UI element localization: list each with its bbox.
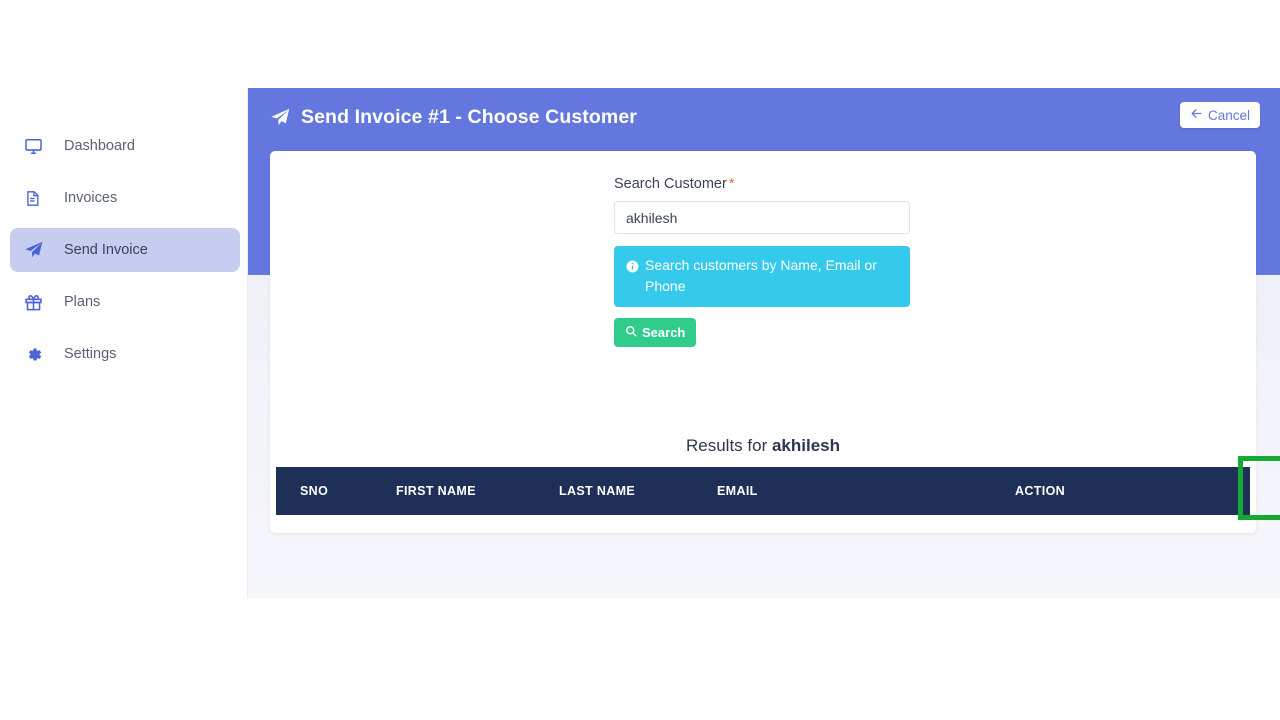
search-input[interactable]	[614, 201, 910, 234]
results-heading-term: akhilesh	[771, 436, 841, 455]
search-button[interactable]: Search	[614, 318, 697, 347]
column-header-last-name: LAST NAME	[559, 467, 717, 515]
search-icon	[625, 325, 637, 340]
sidebar: Dashboard Invoices Send Invoice Plans Se…	[0, 88, 248, 598]
cancel-button-label: Cancel	[1207, 107, 1250, 123]
arrow-left-icon	[1190, 107, 1203, 123]
choose-customer-button[interactable]: Choose Customer	[1016, 532, 1177, 533]
sidebar-item-label: Plans	[64, 294, 101, 310]
paper-plane-icon	[270, 107, 291, 128]
app-shell: Dashboard Invoices Send Invoice Plans Se…	[0, 88, 1280, 598]
sidebar-nav-list: Dashboard Invoices Send Invoice Plans Se…	[10, 124, 240, 384]
results-table: SNO FIRST NAME LAST NAME EMAIL ACTION 1 …	[276, 467, 1250, 533]
sidebar-item-label: Settings	[64, 346, 117, 362]
column-header-email: EMAIL	[717, 467, 1015, 515]
gear-icon	[24, 343, 50, 365]
sidebar-item-label: Send Invoice	[64, 242, 148, 258]
sidebar-item-label: Invoices	[64, 190, 118, 206]
search-button-label: Search	[642, 325, 686, 340]
table-header-row: SNO FIRST NAME LAST NAME EMAIL ACTION	[276, 467, 1250, 515]
info-circle-icon	[626, 258, 639, 279]
search-customer-label-text: Search Customer	[614, 176, 727, 192]
table-body: 1 Akhilesh QA akhilesh.qa@redacted.com	[276, 515, 1250, 533]
content-card: Search Customer* Search customers by Nam…	[270, 151, 1256, 533]
sidebar-clipped-label	[58, 90, 178, 100]
page-title-text: Send Invoice #1 - Choose Customer	[301, 106, 637, 128]
column-header-first-name: FIRST NAME	[396, 467, 559, 515]
table-row: 1 Akhilesh QA akhilesh.qa@redacted.com	[276, 515, 1250, 533]
page-title: Send Invoice #1 - Choose Customer	[270, 106, 637, 129]
results-heading-prefix: Results for	[685, 436, 768, 455]
cell-last-name: QA	[559, 515, 717, 533]
search-hint-text: Search customers by Name, Email or Phone	[645, 257, 877, 294]
cell-first-name: Akhilesh	[396, 515, 559, 533]
search-hint-alert: Search customers by Name, Email or Phone	[614, 246, 910, 307]
sidebar-item-invoices[interactable]: Invoices	[10, 176, 240, 220]
sidebar-item-label: Dashboard	[64, 138, 135, 154]
required-marker: *	[728, 176, 735, 192]
sidebar-item-settings[interactable]: Settings	[10, 332, 240, 376]
cancel-button[interactable]: Cancel	[1179, 102, 1260, 128]
results-heading: Results for akhilesh	[270, 436, 1256, 456]
cell-sno: 1	[276, 515, 396, 533]
search-customer-form: Search Customer* Search customers by Nam…	[614, 176, 910, 347]
sidebar-item-send-invoice[interactable]: Send Invoice	[10, 228, 240, 272]
paper-plane-icon	[24, 239, 50, 261]
column-header-action: ACTION	[1015, 467, 1250, 515]
search-customer-label: Search Customer *	[614, 176, 910, 192]
table-header: SNO FIRST NAME LAST NAME EMAIL ACTION	[276, 467, 1250, 515]
column-header-sno: SNO	[276, 467, 396, 515]
gift-icon	[24, 291, 50, 313]
sidebar-item-dashboard[interactable]: Dashboard	[10, 124, 240, 168]
cell-email: akhilesh.qa@redacted.com	[717, 515, 1015, 533]
document-icon	[24, 187, 50, 209]
sidebar-item-plans[interactable]: Plans	[10, 280, 240, 324]
cell-action: Choose Customer	[1015, 515, 1250, 533]
main-content: Send Invoice #1 - Choose Customer Cancel…	[248, 88, 1280, 598]
monitor-icon	[24, 135, 50, 157]
